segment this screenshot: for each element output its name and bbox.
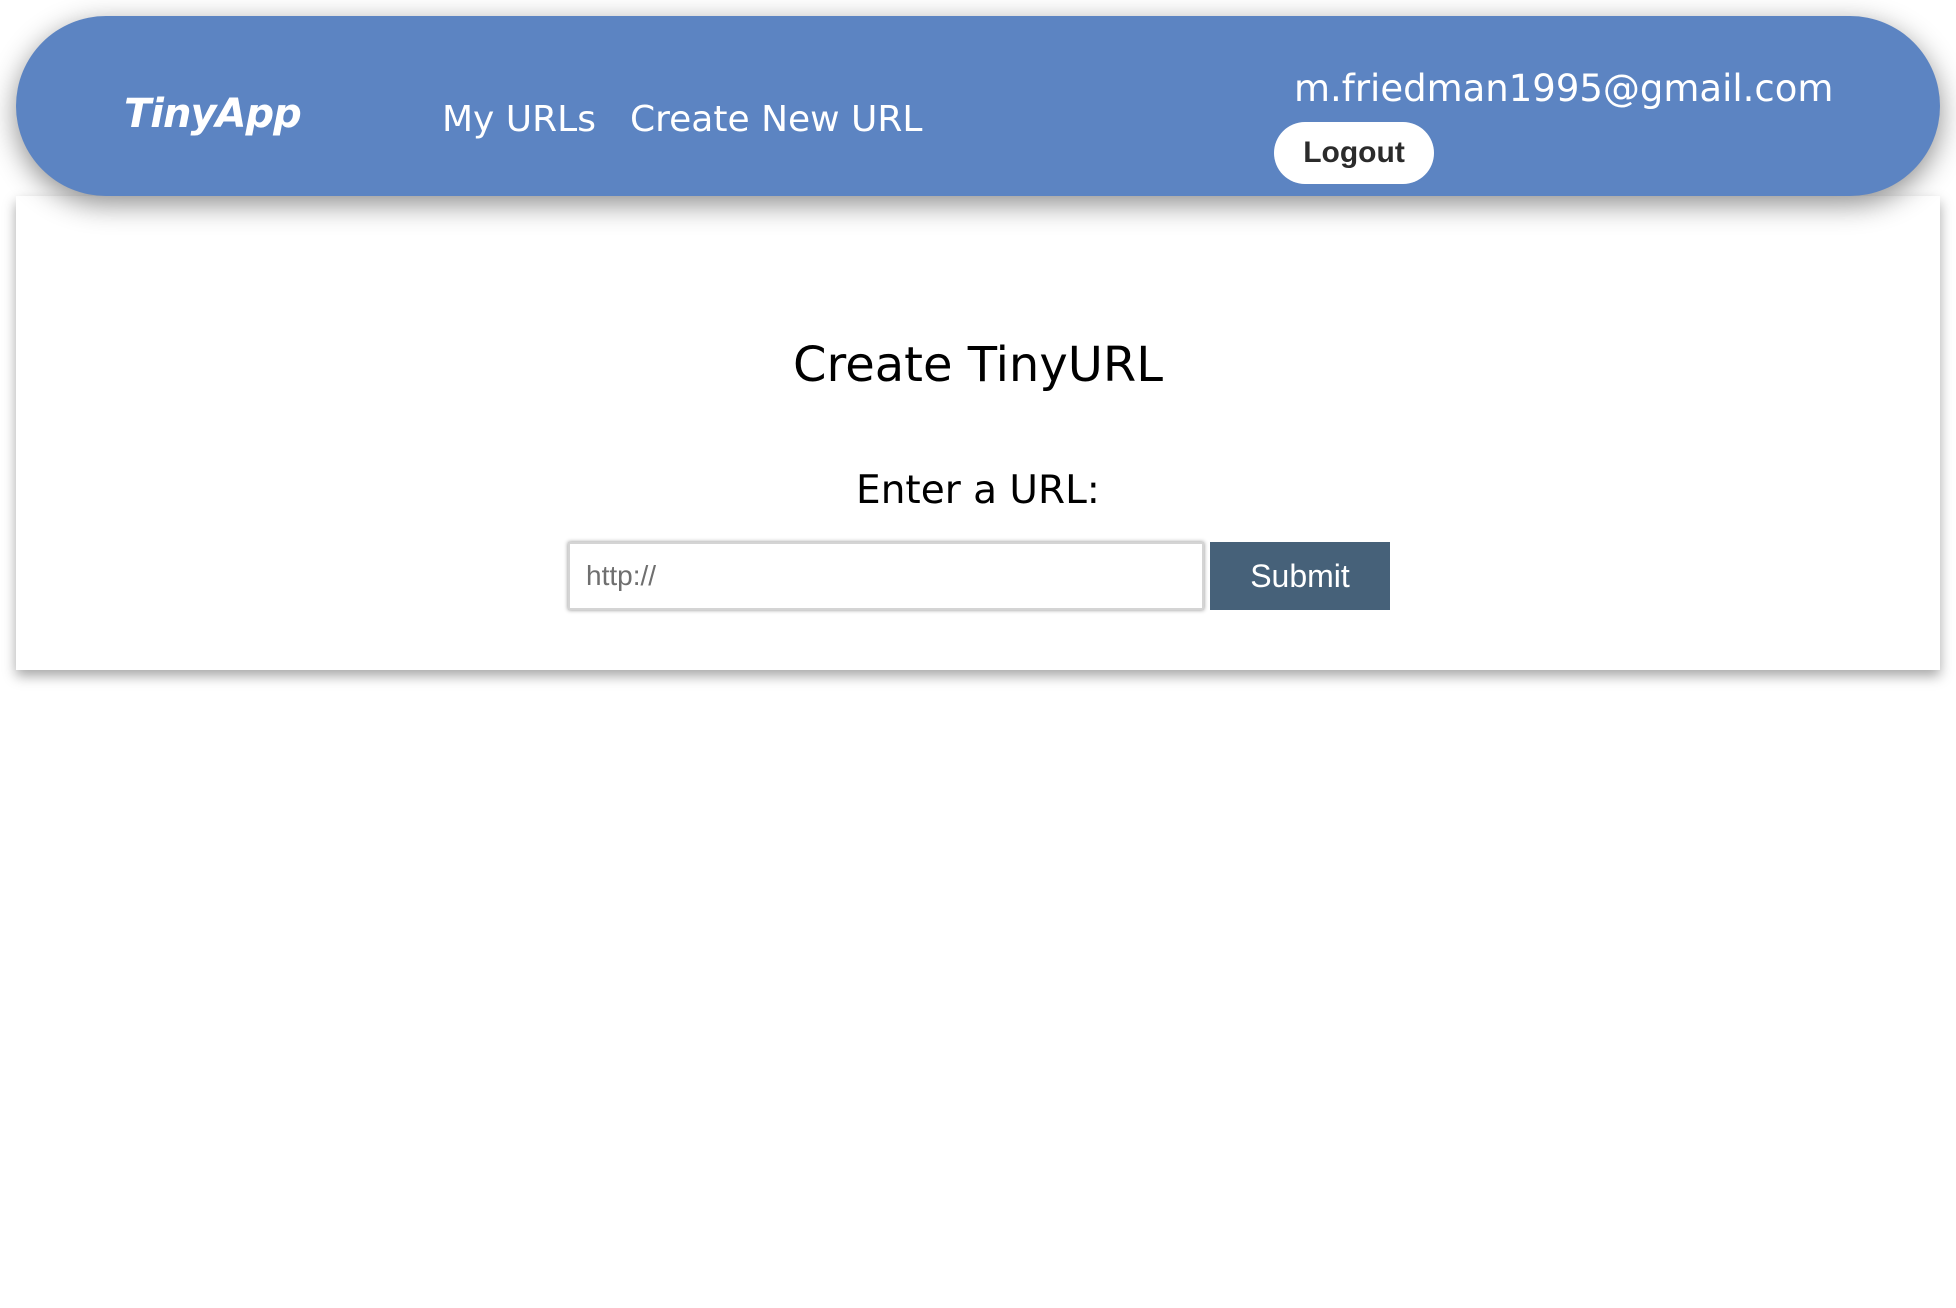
create-url-card: Create TinyURL Enter a URL: Submit: [16, 196, 1940, 670]
page: TinyApp My URLs Create New URL m.friedma…: [0, 0, 1956, 1308]
submit-button[interactable]: Submit: [1210, 542, 1390, 610]
nav-link-create-new-url[interactable]: Create New URL: [630, 102, 922, 138]
page-title: Create TinyURL: [793, 337, 1163, 393]
user-email: m.friedman1995@gmail.com: [1294, 67, 1834, 110]
brand-logo[interactable]: TinyApp: [124, 94, 302, 134]
url-field-label: Enter a URL:: [856, 468, 1100, 513]
url-input[interactable]: [568, 542, 1204, 610]
nav-link-my-urls[interactable]: My URLs: [442, 102, 596, 138]
logout-button[interactable]: Logout: [1274, 122, 1434, 184]
top-navbar: TinyApp My URLs Create New URL m.friedma…: [16, 16, 1940, 196]
